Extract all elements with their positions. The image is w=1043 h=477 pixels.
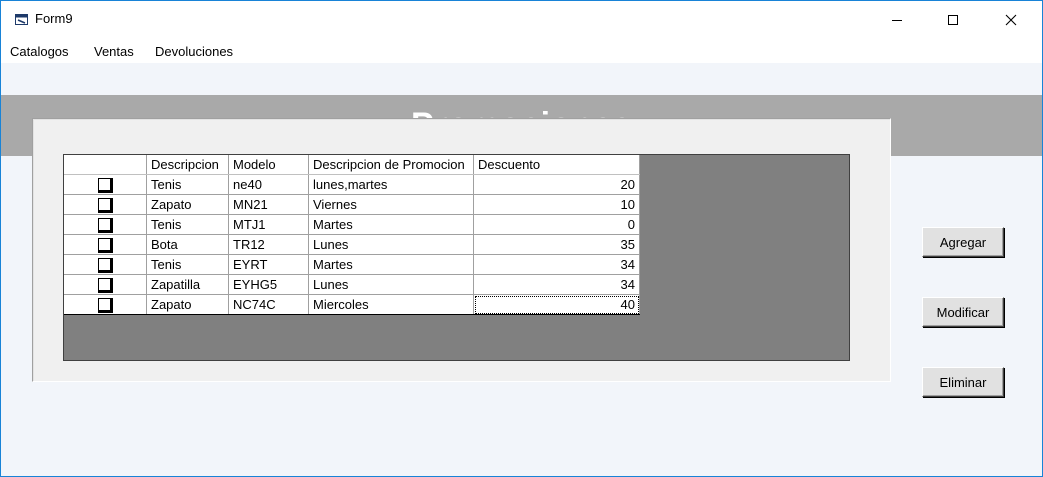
- cell-descuento[interactable]: 35: [473, 234, 640, 255]
- table-row[interactable]: Zapatilla EYHG5 Lunes 34: [64, 274, 640, 295]
- row-selector-cell[interactable]: [64, 254, 147, 275]
- table-row[interactable]: Tenis MTJ1 Martes 0: [64, 214, 640, 235]
- promotions-grid[interactable]: Descripcion Modelo Descripcion de Promoc…: [63, 154, 850, 361]
- cell-descripcion[interactable]: Bota: [146, 234, 229, 255]
- row-selector-cell[interactable]: [64, 214, 147, 235]
- cell-modelo[interactable]: ne40: [228, 174, 309, 195]
- row-checkbox[interactable]: [97, 197, 113, 213]
- cell-descuento[interactable]: 34: [473, 274, 640, 295]
- maximize-icon: [948, 15, 958, 25]
- cell-modelo[interactable]: MN21: [228, 194, 309, 215]
- cell-promocion[interactable]: Martes: [308, 214, 474, 235]
- cell-promocion[interactable]: Lunes: [308, 274, 474, 295]
- app-window: Form9 Catalogos Ventas Devoluciones Prom…: [0, 0, 1043, 477]
- table-row[interactable]: Tenis ne40 lunes,martes 20: [64, 174, 640, 195]
- client-top-strip: [1, 63, 1042, 95]
- table-row[interactable]: Bota TR12 Lunes 35: [64, 234, 640, 255]
- minimize-icon: [892, 20, 902, 21]
- cell-promocion[interactable]: lunes,martes: [308, 174, 474, 195]
- table-row[interactable]: Zapato MN21 Viernes 10: [64, 194, 640, 215]
- close-button[interactable]: [988, 1, 1034, 39]
- row-checkbox[interactable]: [97, 177, 113, 193]
- cell-descripcion[interactable]: Tenis: [146, 214, 229, 235]
- menu-bar: Catalogos Ventas Devoluciones: [1, 39, 1042, 63]
- cell-promocion[interactable]: Lunes: [308, 234, 474, 255]
- menu-devoluciones[interactable]: Devoluciones: [155, 44, 233, 59]
- window-title: Form9: [35, 11, 73, 26]
- menu-ventas[interactable]: Ventas: [94, 44, 134, 59]
- cell-descripcion[interactable]: Zapatilla: [146, 274, 229, 295]
- table-row[interactable]: Tenis EYRT Martes 34: [64, 254, 640, 275]
- row-checkbox[interactable]: [97, 277, 113, 293]
- cell-promocion[interactable]: Martes: [308, 254, 474, 275]
- title-bar[interactable]: Form9: [1, 1, 1042, 39]
- cell-descuento[interactable]: 34: [473, 254, 640, 275]
- form-window-icon: [15, 14, 28, 25]
- close-icon: [1005, 14, 1017, 26]
- cell-descripcion[interactable]: Zapato: [146, 194, 229, 215]
- row-selector-cell[interactable]: [64, 294, 147, 315]
- column-header-selector[interactable]: [64, 155, 147, 175]
- add-button[interactable]: Agregar: [922, 227, 1004, 257]
- row-selector-cell[interactable]: [64, 194, 147, 215]
- delete-button[interactable]: Eliminar: [922, 367, 1004, 397]
- cell-promocion[interactable]: Viernes: [308, 194, 474, 215]
- column-header-descuento[interactable]: Descuento: [473, 155, 640, 175]
- cell-modelo[interactable]: EYRT: [228, 254, 309, 275]
- table-header-row: Descripcion Modelo Descripcion de Promoc…: [64, 155, 640, 175]
- row-checkbox[interactable]: [97, 217, 113, 233]
- cell-modelo[interactable]: TR12: [228, 234, 309, 255]
- cell-descuento[interactable]: 40: [473, 294, 640, 315]
- cell-modelo[interactable]: NC74C: [228, 294, 309, 315]
- minimize-button[interactable]: [874, 1, 920, 39]
- cell-descuento[interactable]: 20: [473, 174, 640, 195]
- row-selector-cell[interactable]: [64, 234, 147, 255]
- row-selector-cell[interactable]: [64, 174, 147, 195]
- row-checkbox[interactable]: [97, 297, 113, 313]
- cell-descuento[interactable]: 0: [473, 214, 640, 235]
- column-header-modelo[interactable]: Modelo: [228, 155, 309, 175]
- modify-button[interactable]: Modificar: [922, 297, 1004, 327]
- row-checkbox[interactable]: [97, 257, 113, 273]
- cell-modelo[interactable]: EYHG5: [228, 274, 309, 295]
- column-header-promocion[interactable]: Descripcion de Promocion: [308, 155, 474, 175]
- cell-descripcion[interactable]: Tenis: [146, 174, 229, 195]
- maximize-button[interactable]: [930, 1, 976, 39]
- promotions-table: Descripcion Modelo Descripcion de Promoc…: [64, 155, 640, 315]
- cell-modelo[interactable]: MTJ1: [228, 214, 309, 235]
- row-checkbox[interactable]: [97, 237, 113, 253]
- cell-descripcion[interactable]: Zapato: [146, 294, 229, 315]
- cell-descripcion[interactable]: Tenis: [146, 254, 229, 275]
- column-header-descripcion[interactable]: Descripcion: [146, 155, 229, 175]
- table-row[interactable]: Zapato NC74C Miercoles 40: [64, 294, 640, 315]
- menu-catalogos[interactable]: Catalogos: [10, 44, 69, 59]
- cell-promocion[interactable]: Miercoles: [308, 294, 474, 315]
- row-selector-cell[interactable]: [64, 274, 147, 295]
- cell-descuento[interactable]: 10: [473, 194, 640, 215]
